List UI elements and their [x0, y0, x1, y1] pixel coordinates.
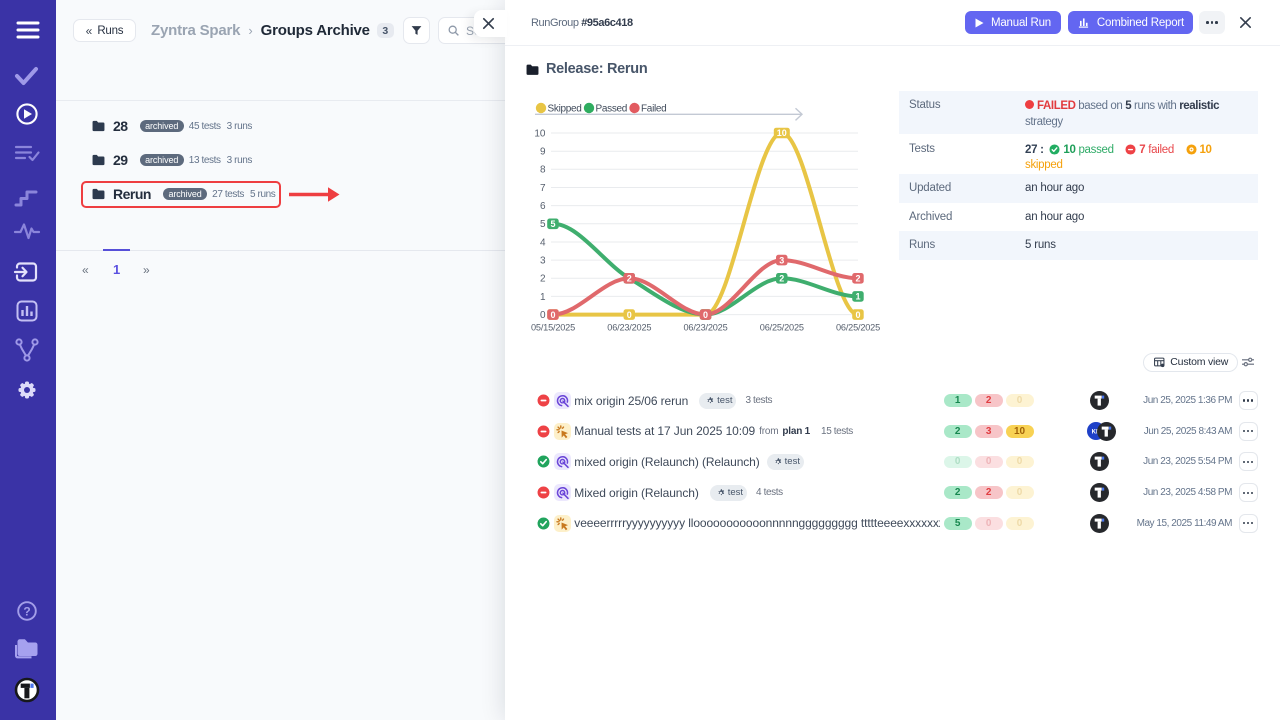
- svg-text:0: 0: [627, 310, 632, 320]
- svg-text:Failed: Failed: [641, 104, 666, 115]
- svg-text:0: 0: [540, 310, 546, 321]
- svg-text:3: 3: [540, 256, 546, 267]
- svg-text:06/23/2025: 06/23/2025: [684, 323, 728, 333]
- svg-text:06/25/2025: 06/25/2025: [836, 323, 880, 333]
- svg-text:1: 1: [540, 292, 546, 303]
- svg-text:6: 6: [540, 201, 546, 212]
- svg-text:10: 10: [534, 128, 546, 139]
- svg-text:?: ?: [23, 605, 30, 619]
- svg-text:4: 4: [540, 237, 546, 248]
- svg-text:2: 2: [855, 274, 860, 284]
- svg-text:05/15/2025: 05/15/2025: [531, 323, 575, 333]
- svg-text:8: 8: [540, 165, 546, 176]
- svg-text:0: 0: [550, 310, 555, 320]
- svg-text:5: 5: [540, 219, 546, 230]
- svg-text:7: 7: [540, 183, 546, 194]
- svg-text:2: 2: [627, 274, 632, 284]
- svg-text:9: 9: [540, 147, 546, 158]
- svg-text:0: 0: [855, 310, 860, 320]
- svg-text:06/23/2025: 06/23/2025: [607, 323, 651, 333]
- svg-text:10: 10: [777, 128, 787, 138]
- svg-text:1: 1: [855, 292, 860, 302]
- svg-text:Skipped: Skipped: [548, 104, 582, 115]
- svg-text:06/25/2025: 06/25/2025: [760, 323, 804, 333]
- svg-text:0: 0: [703, 310, 708, 320]
- svg-text:Passed: Passed: [596, 104, 628, 115]
- svg-text:2: 2: [779, 274, 784, 284]
- svg-text:5: 5: [550, 219, 555, 229]
- svg-text:2: 2: [540, 274, 546, 285]
- svg-text:3: 3: [779, 255, 784, 265]
